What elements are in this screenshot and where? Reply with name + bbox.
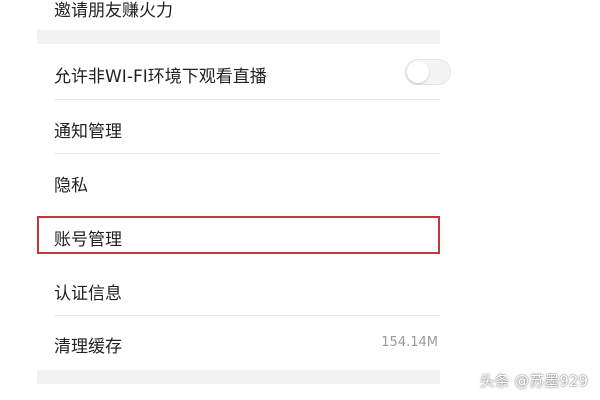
settings-row-invite-friends[interactable]: 邀请朋友赚火力 bbox=[37, 0, 440, 30]
settings-row-privacy[interactable]: 隐私 bbox=[37, 154, 440, 208]
settings-row-notification-management[interactable]: 通知管理 bbox=[37, 100, 440, 154]
watermark-text: 头条 @苏墨929 bbox=[479, 372, 588, 390]
settings-row-label: 通知管理 bbox=[54, 122, 122, 142]
settings-row-label: 认证信息 bbox=[54, 284, 122, 304]
section-gap bbox=[37, 30, 440, 44]
section-gap bbox=[37, 370, 440, 384]
settings-row-label: 清理缓存 bbox=[54, 337, 122, 357]
toggle-switch-icon[interactable] bbox=[405, 59, 451, 85]
cache-size-value: 154.14M bbox=[381, 335, 438, 350]
toggle-knob bbox=[407, 61, 429, 83]
settings-row-label: 隐私 bbox=[54, 176, 88, 196]
settings-row-label: 允许非WI-FI环境下观看直播 bbox=[54, 67, 267, 87]
settings-panel: 邀请朋友赚火力 允许非WI-FI环境下观看直播 通知管理 隐私 账号管理 认证信… bbox=[37, 0, 451, 400]
screen: 邀请朋友赚火力 允许非WI-FI环境下观看直播 通知管理 隐私 账号管理 认证信… bbox=[0, 0, 600, 400]
highlight-box bbox=[37, 216, 440, 254]
settings-row-clear-cache[interactable]: 清理缓存 154.14M bbox=[37, 316, 440, 370]
settings-row-allow-non-wifi-live[interactable]: 允许非WI-FI环境下观看直播 bbox=[37, 44, 451, 100]
settings-row-label: 邀请朋友赚火力 bbox=[54, 1, 173, 21]
settings-row-verification-info[interactable]: 认证信息 bbox=[37, 262, 440, 316]
